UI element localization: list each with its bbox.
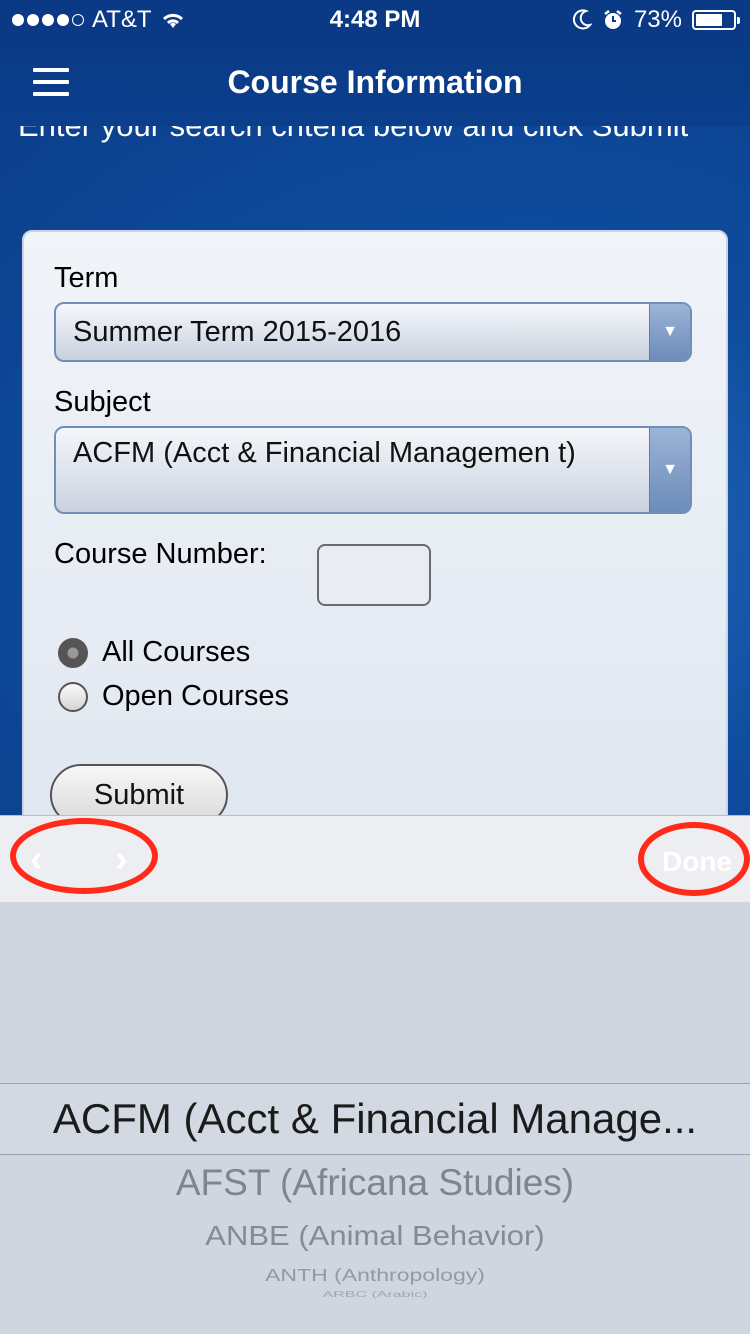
intro-text: Enter your search criteria below and cli… — [18, 126, 718, 148]
picker-option[interactable]: ANTH (Anthropology) — [0, 1265, 750, 1285]
page-title: Course Information — [227, 64, 523, 100]
keyboard-toolbar: ‹ › Done — [0, 815, 750, 903]
radio-all-courses[interactable]: All Courses — [58, 636, 250, 669]
navigation-bar: Course Information — [0, 40, 750, 126]
status-right: 73% — [572, 6, 740, 34]
radio-unchecked-icon[interactable] — [58, 681, 88, 712]
radio-open-courses-label: Open Courses — [102, 680, 289, 712]
chevron-down-icon: ▼ — [649, 428, 690, 512]
main-content[interactable]: Enter your search criteria below and cli… — [0, 126, 750, 816]
subject-picker[interactable]: ACFM (Acct & Financial Manage... AFST (A… — [0, 902, 750, 1334]
subject-select[interactable]: ACFM (Acct & Financial Managemen t) ▼ — [54, 426, 692, 514]
subject-select-value: ACFM (Acct & Financial Managemen t) — [73, 437, 576, 469]
chevron-down-icon: ▼ — [649, 304, 690, 360]
radio-all-courses-label: All Courses — [102, 636, 251, 668]
annotation-circle-done — [638, 822, 750, 896]
course-number-label: Course Number: — [54, 538, 267, 570]
annotation-circle-prev-next — [10, 818, 158, 894]
battery-percent: 73% — [633, 6, 682, 33]
search-form-card: Term Summer Term 2015-2016 ▼ Subject ACF… — [22, 230, 728, 816]
submit-button[interactable]: Submit — [50, 764, 228, 816]
term-select-value: Summer Term 2015-2016 — [73, 316, 402, 348]
term-select[interactable]: Summer Term 2015-2016 ▼ — [54, 302, 692, 362]
radio-checked-icon[interactable] — [58, 637, 88, 668]
picker-option[interactable]: AFST (Africana Studies) — [0, 1162, 750, 1204]
picker-option-selected[interactable]: ACFM (Acct & Financial Manage... — [0, 1095, 750, 1143]
alarm-icon — [604, 10, 622, 29]
battery-icon — [692, 10, 740, 30]
subject-label: Subject — [54, 386, 151, 418]
picker-option[interactable]: ARBC (Arabic) — [0, 1291, 750, 1300]
term-label: Term — [54, 262, 119, 294]
radio-open-courses[interactable]: Open Courses — [58, 680, 289, 713]
status-bar: AT&T 4:48 PM 73% — [0, 0, 750, 40]
course-number-field[interactable] — [317, 544, 431, 606]
picker-option[interactable]: ANBE (Animal Behavior) — [0, 1220, 750, 1252]
moon-icon — [572, 9, 592, 30]
